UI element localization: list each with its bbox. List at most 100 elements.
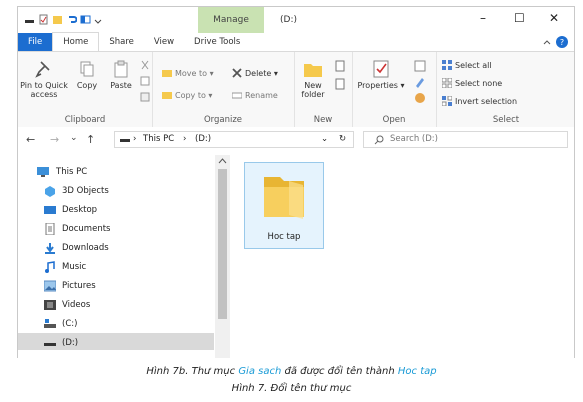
breadcrumb-this-pc[interactable]: This PC [143, 134, 174, 144]
clipboard-group-label: Clipboard [64, 115, 106, 125]
maximize-button[interactable]: ☐ [514, 11, 525, 25]
nav-scrollbar-thumb[interactable] [218, 169, 227, 319]
nav-item-this-pc[interactable]: This PC [36, 163, 87, 180]
new-folder-icon[interactable] [52, 14, 63, 25]
paste-label: Paste [110, 81, 132, 90]
address-dropdown-button[interactable]: ⌄ [321, 134, 328, 144]
new-group: New folder New [294, 52, 353, 127]
select-group: Select all Select none Invert selection … [436, 52, 576, 127]
breadcrumb-drive[interactable]: (D:) [195, 134, 211, 144]
select-none-button[interactable]: Select none [442, 78, 502, 88]
move-to-button[interactable]: Move to ▾ [162, 68, 214, 78]
nav-scrollbar[interactable] [215, 155, 230, 358]
properties-icon[interactable] [38, 14, 49, 25]
help-icon[interactable]: ? [556, 36, 568, 48]
new-folder-label: New folder [301, 81, 325, 99]
recent-locations-button[interactable]: ⌄ [70, 133, 78, 143]
new-group-label: New [313, 115, 333, 125]
copy-icon [80, 61, 94, 77]
breadcrumb-separator: › [183, 134, 187, 144]
caption-middle: đã được đổi tên thành [281, 366, 398, 377]
navigation-pane: This PC 3D Objects Desktop Documents Dow… [18, 155, 230, 358]
invert-selection-button[interactable]: Invert selection [442, 96, 517, 106]
nav-item-3d-objects[interactable]: 3D Objects [44, 182, 109, 199]
open-icon[interactable] [414, 60, 426, 72]
tab-file[interactable]: File [18, 33, 53, 51]
chevron-up-icon[interactable] [542, 37, 552, 47]
delete-button[interactable]: Delete ▾ [232, 68, 278, 78]
paste-shortcut-icon[interactable] [140, 92, 150, 102]
scroll-up-icon[interactable] [218, 157, 227, 165]
search-icon [374, 135, 384, 145]
copy-button[interactable]: Copy [72, 60, 102, 90]
history-icon[interactable] [414, 92, 426, 104]
cut-icon[interactable] [140, 60, 150, 70]
properties-button[interactable]: Properties ▾ [356, 60, 406, 90]
pin-quick-access-button[interactable]: Pin to Quick access [20, 60, 68, 99]
tab-view[interactable]: View [144, 33, 184, 51]
delete-label: Delete ▾ [245, 68, 278, 78]
nav-item-label: This PC [56, 166, 88, 177]
pc-icon [37, 166, 49, 177]
folder-name[interactable]: Hoc tap [245, 232, 323, 242]
nav-item-label: Desktop [62, 204, 98, 215]
nav-item-drive-d[interactable]: (D:) [44, 334, 78, 351]
folder-icon [264, 177, 304, 219]
search-box[interactable]: Search (D:) [363, 131, 568, 148]
caption-prefix: Hình 7b. Thư mục [146, 366, 239, 377]
rename-icon [232, 92, 242, 99]
delete-icon [232, 68, 242, 78]
caption-old-name: Gia sach [238, 366, 282, 377]
drive-icon [44, 318, 56, 328]
nav-item-drive-c[interactable]: (C:) [44, 315, 77, 332]
move-to-label: Move to ▾ [175, 68, 214, 78]
rename-button[interactable]: Rename [232, 90, 278, 100]
folder-item[interactable]: Hoc tap [244, 162, 324, 249]
address-path-box[interactable]: › This PC › (D:) ⌄ ↻ [114, 131, 354, 148]
svg-text:?: ? [560, 38, 564, 47]
select-all-button[interactable]: Select all [442, 60, 492, 70]
new-item-icon[interactable] [334, 60, 346, 72]
rename-label: Rename [245, 90, 278, 100]
breadcrumb-separator: › [133, 134, 137, 144]
copy-to-label: Copy to ▾ [175, 90, 213, 100]
redo-icon[interactable] [80, 14, 91, 25]
up-button[interactable]: ↑ [86, 133, 95, 146]
nav-item-pictures[interactable]: Pictures [44, 277, 96, 294]
paste-button[interactable]: Paste [106, 60, 136, 90]
nav-item-label: Downloads [62, 242, 109, 253]
undo-icon[interactable] [66, 14, 77, 25]
select-all-icon [442, 60, 452, 70]
organize-group-label: Organize [203, 115, 243, 125]
folder-icon [304, 64, 322, 77]
manage-tab[interactable]: Manage [198, 7, 264, 33]
nav-item-desktop[interactable]: Desktop [44, 201, 97, 218]
nav-item-label: Documents [62, 223, 111, 234]
nav-item-videos[interactable]: Videos [44, 296, 90, 313]
tab-drive-tools[interactable]: Drive Tools [184, 33, 250, 51]
nav-item-downloads[interactable]: Downloads [44, 239, 109, 256]
nav-item-documents[interactable]: Documents [44, 220, 110, 237]
select-none-label: Select none [455, 78, 503, 88]
close-button[interactable]: ✕ [549, 11, 559, 25]
tab-home[interactable]: Home [52, 32, 100, 51]
window-title: (D:) [280, 15, 297, 25]
copy-to-button[interactable]: Copy to ▾ [162, 90, 212, 100]
refresh-button[interactable]: ↻ [339, 134, 346, 144]
minimize-button[interactable]: – [480, 11, 486, 25]
ribbon: Pin to Quick access Copy Paste Clipboard… [18, 51, 574, 128]
forward-button[interactable]: → [50, 133, 59, 146]
drive-icon [120, 139, 130, 142]
easy-access-icon[interactable] [334, 78, 346, 90]
back-button[interactable]: ← [26, 133, 35, 146]
edit-icon[interactable] [414, 76, 426, 88]
copy-to-icon [162, 92, 172, 99]
nav-item-music[interactable]: Music [44, 258, 86, 275]
new-folder-button[interactable]: New folder [296, 60, 330, 99]
chevron-down-icon[interactable] [94, 14, 102, 25]
videos-icon [44, 299, 56, 310]
caption-new-name: Hoc tap [397, 366, 437, 377]
copy-path-icon[interactable] [140, 76, 150, 86]
figure-subcaption: Hình 7. Đổi tên thư mục [231, 383, 352, 394]
tab-share[interactable]: Share [99, 33, 144, 51]
